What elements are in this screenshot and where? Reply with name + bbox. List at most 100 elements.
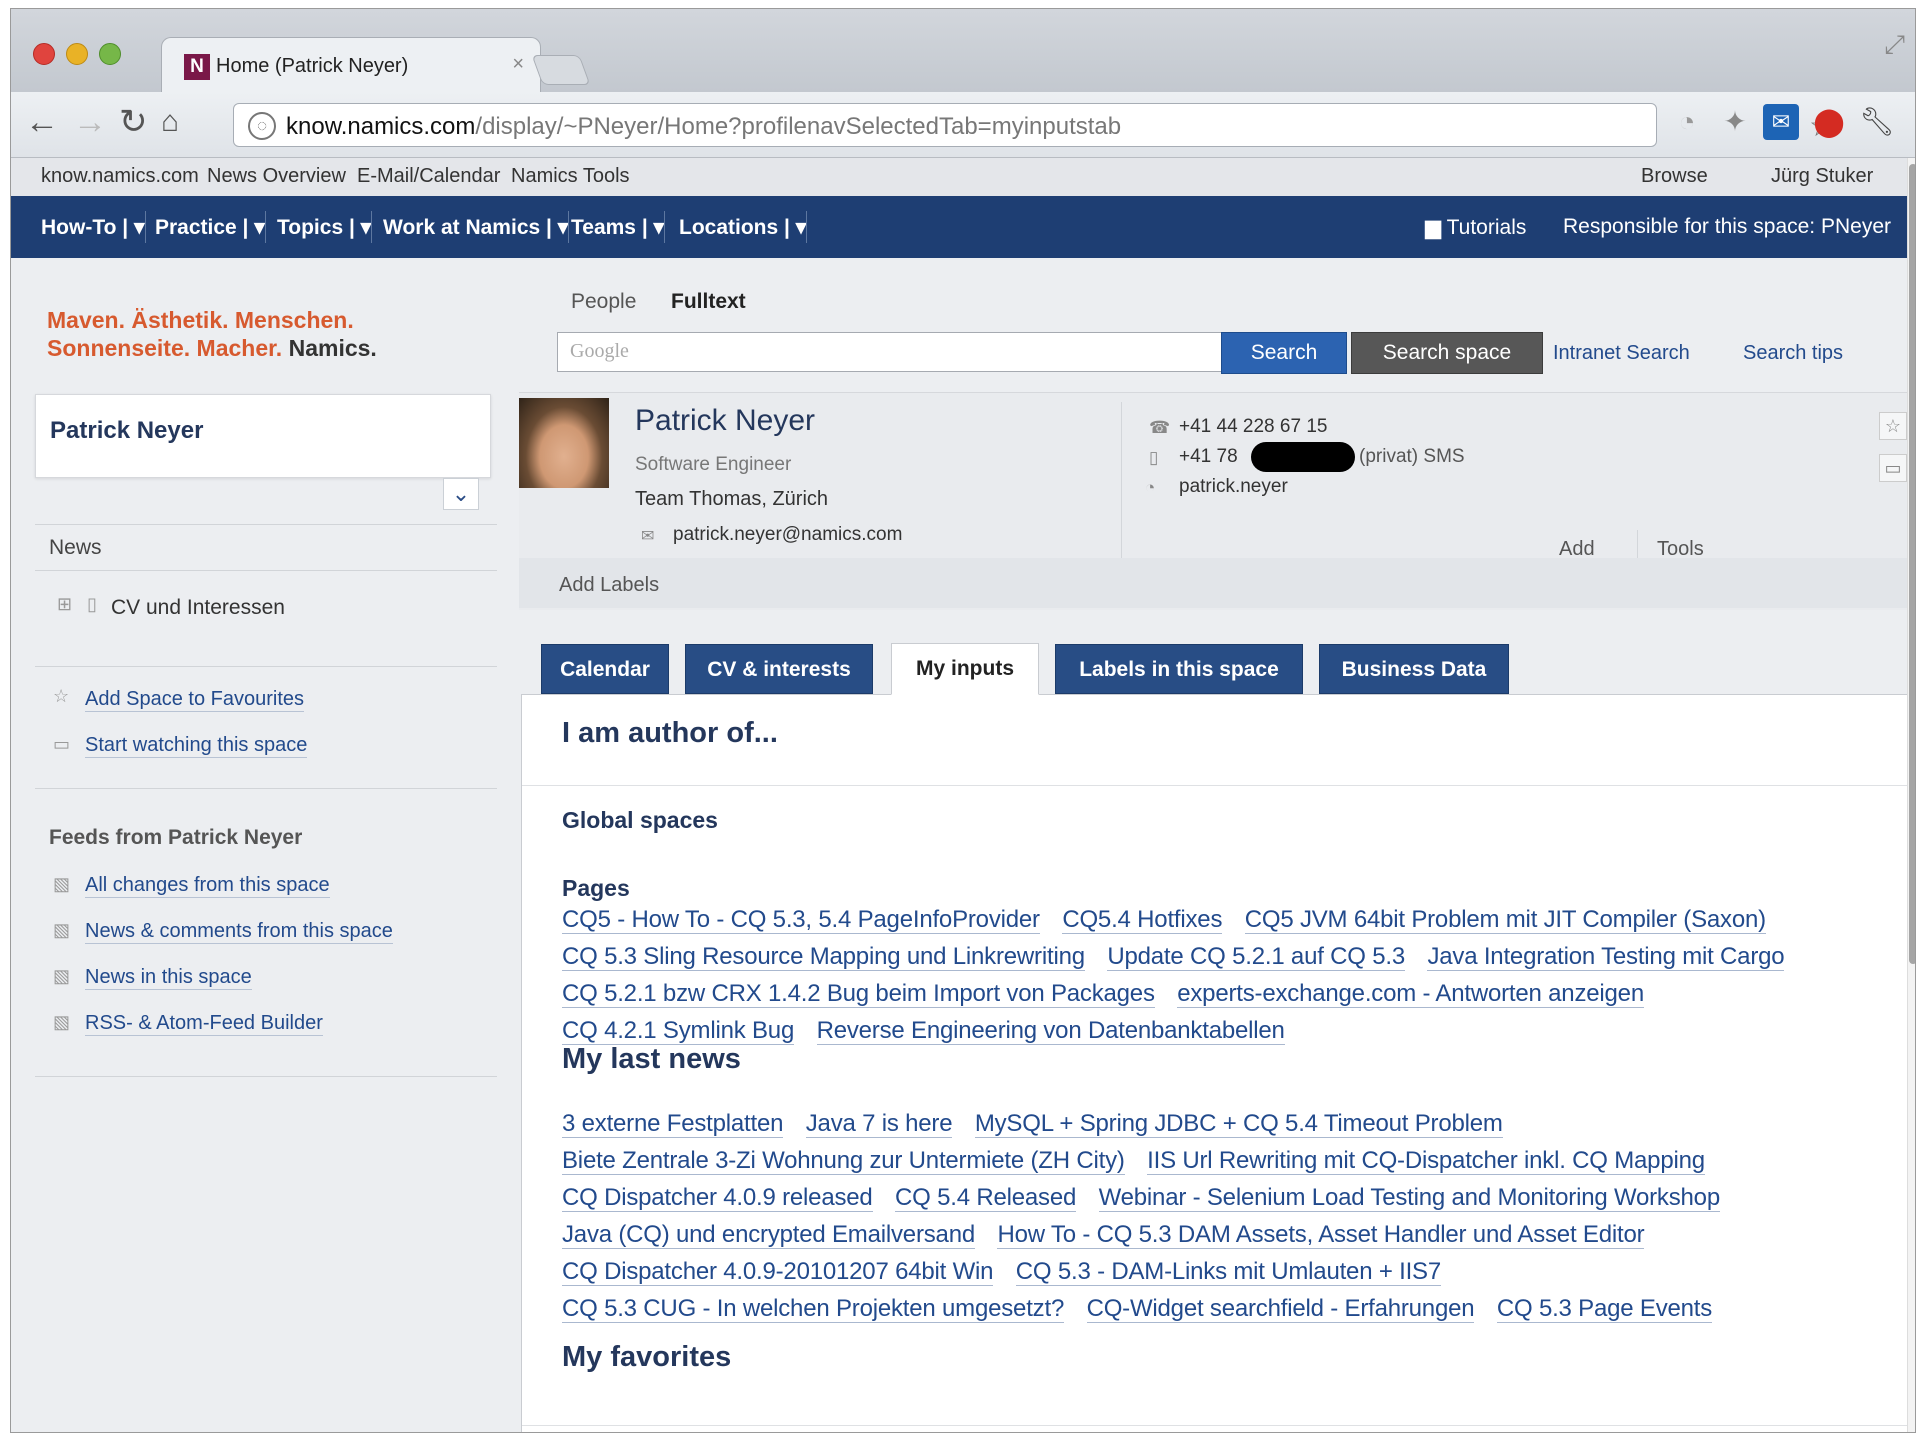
tab-business-data[interactable]: Business Data (1319, 644, 1509, 694)
nav-teams[interactable]: Teams | ▾ (571, 211, 666, 243)
stop-extension-icon[interactable]: ⬤ (1811, 104, 1847, 140)
nav-practice[interactable]: Practice | ▾ (155, 211, 266, 243)
news-link[interactable]: CQ 5.3 Page Events (1496, 1295, 1712, 1323)
page-link[interactable]: Update CQ 5.2.1 auf CQ 5.3 (1107, 943, 1405, 971)
top-link-user[interactable]: Jürg Stuker (1771, 165, 1873, 188)
url-text[interactable]: know.namics.com/display/~PNeyer/Home?pro… (286, 113, 1121, 141)
vertical-scrollbar[interactable] (1907, 158, 1915, 1432)
news-link[interactable]: CQ 5.4 Released (895, 1184, 1076, 1212)
url-host: know.namics.com (286, 113, 476, 140)
page-link[interactable]: Reverse Engineering von Datenbanktabelle… (816, 1017, 1285, 1045)
avatar (519, 398, 609, 488)
tutorials-link[interactable]: ▆ Tutorials (1425, 215, 1526, 240)
divider (35, 666, 497, 667)
zoom-window-button[interactable] (99, 43, 121, 65)
news-link[interactable]: CQ 5.3 CUG - In welchen Projekten umgese… (562, 1295, 1064, 1323)
news-link[interactable]: CQ 5.3 - DAM-Links mit Umlauten + IIS7 (1015, 1258, 1441, 1286)
add-labels-link[interactable]: Add Labels (559, 574, 659, 597)
puzzle-extension-icon[interactable]: ✦ (1717, 104, 1753, 140)
news-link[interactable]: Java (CQ) und encrypted Emailversand (562, 1221, 975, 1249)
wrench-icon[interactable]: 🔧︎ (1859, 104, 1895, 140)
tab-my-inputs[interactable]: My inputs (891, 643, 1039, 695)
nav-work-at-namics[interactable]: Work at Namics | ▾ (383, 211, 570, 243)
tree-item-cv[interactable]: CV und Interessen (111, 596, 285, 620)
feed-news-comments[interactable]: News & comments from this space (85, 920, 393, 944)
feed-builder[interactable]: RSS- & Atom-Feed Builder (85, 1012, 323, 1036)
news-heading: My last news (562, 1043, 741, 1075)
profile-skype[interactable]: patrick.neyer (1179, 476, 1288, 498)
search-button[interactable]: Search (1221, 332, 1347, 374)
page-link[interactable]: CQ 5.2.1 bzw CRX 1.4.2 Bug beim Import v… (562, 980, 1155, 1008)
nav-topics[interactable]: Topics | ▾ (277, 211, 373, 243)
tab-close-icon[interactable]: × (512, 53, 524, 76)
favorites-heading: My favorites (562, 1341, 732, 1373)
page-link[interactable]: CQ5 JVM 64bit Problem mit JIT Compiler (… (1244, 906, 1766, 934)
profile-mobile-prefix: +41 78 (1179, 446, 1238, 467)
search-tab-people[interactable]: People (571, 290, 636, 314)
intranet-search-link[interactable]: Intranet Search (1553, 342, 1690, 365)
minimize-window-button[interactable] (66, 43, 88, 65)
browser-tab[interactable]: N Home (Patrick Neyer) × (161, 37, 541, 93)
add-to-favourites-link[interactable]: Add Space to Favourites (85, 688, 305, 712)
search-input[interactable]: Google (557, 332, 1227, 372)
back-icon[interactable]: ← (25, 102, 59, 142)
top-link-email-calendar[interactable]: E-Mail/Calendar (357, 165, 500, 188)
new-tab-button[interactable] (531, 55, 591, 85)
top-links-bar: know.namics.com News Overview E-Mail/Cal… (11, 158, 1907, 196)
news-link[interactable]: CQ Dispatcher 4.0.9-20101207 64bit Win (562, 1258, 994, 1286)
close-window-button[interactable] (33, 43, 55, 65)
favourite-icon[interactable]: ☆ (1879, 412, 1907, 440)
page-icon: ▯ (87, 594, 97, 614)
page-link[interactable]: Java Integration Testing mit Cargo (1427, 943, 1785, 971)
profile-email[interactable]: patrick.neyer@namics.com (673, 524, 902, 546)
watch-space-link[interactable]: Start watching this space (85, 734, 308, 758)
news-link[interactable]: Webinar - Selenium Load Testing and Moni… (1098, 1184, 1720, 1212)
page-link[interactable]: CQ5.4 Hotfixes (1062, 906, 1222, 934)
reload-icon[interactable]: ↻ (119, 102, 148, 142)
forward-icon[interactable]: → (73, 102, 107, 142)
top-link-browse[interactable]: Browse (1641, 165, 1708, 188)
feed-all-changes[interactable]: All changes from this space (85, 874, 330, 898)
sidebar-profile-name[interactable]: Patrick Neyer (50, 417, 203, 445)
fullscreen-icon[interactable]: ⤢ (1884, 29, 1905, 61)
page-link[interactable]: CQ5 - How To - CQ 5.3, 5.4 PageInfoProvi… (562, 906, 1040, 934)
tab-labels[interactable]: Labels in this space (1055, 644, 1303, 694)
chevron-down-icon[interactable]: ⌄ (443, 478, 479, 510)
bird-extension-icon[interactable]: ✉ (1763, 104, 1799, 140)
news-link[interactable]: How To - CQ 5.3 DAM Assets, Asset Handle… (997, 1221, 1645, 1249)
page-link[interactable]: CQ 4.2.1 Symlink Bug (562, 1017, 794, 1045)
page-link[interactable]: CQ 5.3 Sling Resource Mapping und Linkre… (562, 943, 1085, 971)
news-link[interactable]: Java 7 is here (805, 1110, 953, 1138)
tree-expand-icon[interactable]: ⊞ (57, 594, 72, 615)
nav-label: Practice | (155, 216, 249, 239)
global-spaces-heading: Global spaces (562, 807, 718, 833)
feed-news[interactable]: News in this space (85, 966, 252, 990)
google-placeholder: Google (570, 340, 629, 362)
top-link-home[interactable]: know.namics.com (41, 165, 199, 188)
news-link[interactable]: MySQL + Spring JDBC + CQ 5.4 Timeout Pro… (974, 1110, 1503, 1138)
nav-locations[interactable]: Locations | ▾ (679, 211, 808, 243)
divider (35, 570, 497, 571)
nav-how-to[interactable]: How-To | ▾ (41, 211, 146, 243)
tutorials-label: Tutorials (1446, 216, 1527, 239)
news-link[interactable]: Biete Zentrale 3-Zi Wohnung zur Untermie… (562, 1147, 1125, 1175)
address-bar[interactable]: ◌ know.namics.com/display/~PNeyer/Home?p… (233, 103, 1836, 147)
tab-cv-interests[interactable]: CV & interests (685, 644, 873, 694)
news-link[interactable]: CQ-Widget searchfield - Erfahrungen (1086, 1295, 1475, 1323)
news-link[interactable]: 3 externe Festplatten (562, 1110, 783, 1138)
search-tab-fulltext[interactable]: Fulltext (671, 290, 746, 314)
search-tips-link[interactable]: Search tips (1743, 342, 1843, 365)
space-responsible: Responsible for this space: PNeyer (1563, 215, 1891, 238)
top-link-news-overview[interactable]: News Overview (207, 165, 346, 188)
top-link-namics-tools[interactable]: Namics Tools (511, 165, 630, 188)
shield-extension-icon[interactable]: ◔ (1669, 104, 1705, 140)
news-link[interactable]: CQ Dispatcher 4.0.9 released (562, 1184, 873, 1212)
home-icon[interactable]: ⌂ (161, 102, 179, 142)
search-space-button[interactable]: Search space (1351, 332, 1543, 374)
tab-calendar[interactable]: Calendar (541, 644, 669, 694)
watch-icon[interactable]: ▭ (1879, 454, 1907, 482)
nav-label: Teams | (571, 216, 648, 239)
scrollbar-thumb[interactable] (1909, 164, 1915, 964)
page-link[interactable]: experts-exchange.com - Antworten anzeige… (1177, 980, 1644, 1008)
news-link[interactable]: IIS Url Rewriting mit CQ-Dispatcher inkl… (1147, 1147, 1705, 1175)
